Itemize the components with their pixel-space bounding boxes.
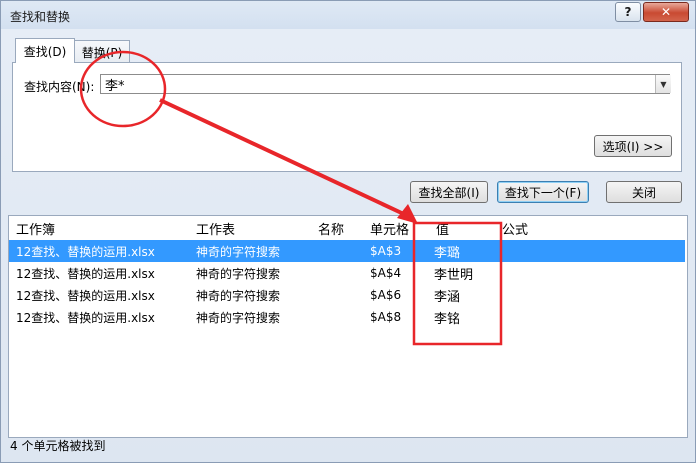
find-what-input[interactable]: 李*: [100, 74, 670, 94]
row-cell: $A$6: [370, 288, 402, 302]
column-header-workbook[interactable]: 工作簿: [16, 218, 55, 238]
row-workbook: 12查找、替换的运用.xlsx: [16, 310, 155, 325]
row-cell: $A$8: [370, 310, 402, 324]
row-workbook: 12查找、替换的运用.xlsx: [16, 244, 155, 259]
column-header-cell[interactable]: 单元格: [370, 218, 409, 238]
column-header-name[interactable]: 名称: [318, 218, 344, 238]
row-value: 李涵: [434, 289, 461, 305]
row-sheet: 神奇的字符搜索: [196, 266, 281, 281]
row-sheet: 神奇的字符搜索: [196, 244, 281, 259]
column-header-sheet[interactable]: 工作表: [196, 218, 235, 238]
chevron-down-icon[interactable]: ▼: [655, 75, 671, 93]
row-value: 李铭: [434, 311, 461, 327]
title-bar: 查找和替换 ? ✕: [1, 1, 695, 29]
row-cell: $A$3: [370, 244, 402, 258]
find-all-button[interactable]: 查找全部(I): [410, 181, 488, 203]
row-value: 李璐: [434, 245, 461, 261]
status-bar-text: 4 个单元格被找到: [10, 439, 106, 453]
row-value: 李世明: [434, 267, 474, 283]
find-what-value: 李*: [105, 78, 125, 94]
table-row[interactable]: 12查找、替换的运用.xlsx 神奇的字符搜索 $A$4 李世明: [9, 262, 685, 284]
table-row[interactable]: 12查找、替换的运用.xlsx 神奇的字符搜索 $A$3 李璐: [9, 240, 685, 262]
tab-replace[interactable]: 替换(P): [74, 40, 130, 63]
close-window-button[interactable]: ✕: [643, 2, 689, 22]
help-button[interactable]: ?: [615, 2, 641, 22]
find-what-label: 查找内容(N):: [24, 80, 95, 94]
row-sheet: 神奇的字符搜索: [196, 288, 281, 303]
row-workbook: 12查找、替换的运用.xlsx: [16, 288, 155, 303]
column-header-value[interactable]: 值: [436, 218, 449, 238]
row-workbook: 12查找、替换的运用.xlsx: [16, 266, 155, 281]
table-row[interactable]: 12查找、替换的运用.xlsx 神奇的字符搜索 $A$6 李涵: [9, 284, 685, 306]
column-header-formula[interactable]: 公式: [502, 218, 528, 238]
tab-find[interactable]: 查找(D): [15, 38, 75, 63]
close-button[interactable]: 关闭: [606, 181, 682, 203]
row-cell: $A$4: [370, 266, 402, 280]
row-sheet: 神奇的字符搜索: [196, 310, 281, 325]
find-next-button[interactable]: 查找下一个(F): [497, 181, 589, 203]
options-button[interactable]: 选项(I) >>: [594, 135, 672, 157]
table-row[interactable]: 12查找、替换的运用.xlsx 神奇的字符搜索 $A$8 李铭: [9, 306, 685, 328]
dialog-title: 查找和替换: [10, 10, 71, 24]
